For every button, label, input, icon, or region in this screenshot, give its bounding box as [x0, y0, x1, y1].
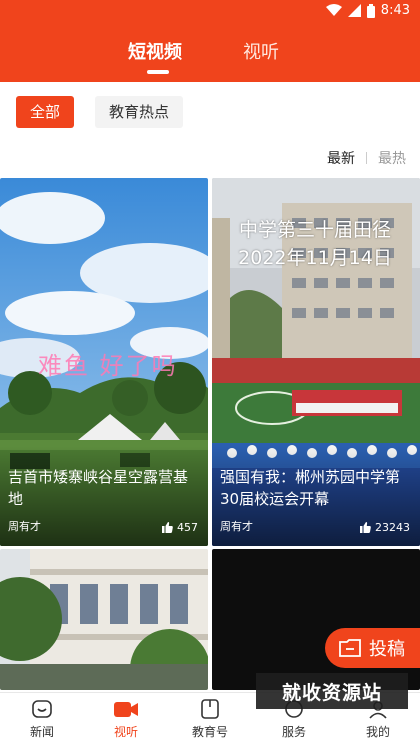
- watermark-banner: 就收资源站: [256, 673, 408, 709]
- tab-education[interactable]: 教育号: [168, 693, 252, 744]
- sort-toggle: 最新 最热: [327, 148, 406, 168]
- tab-video[interactable]: 视听: [84, 693, 168, 744]
- active-tab-indicator: [147, 70, 169, 74]
- sort-latest[interactable]: 最新: [327, 148, 355, 168]
- video-title: 强国有我：郴州苏园中学第30届校运会开幕: [220, 468, 401, 508]
- overlay-caption-line: 中学第三十届田径: [238, 219, 391, 241]
- video-thumbnail: [0, 549, 208, 690]
- like-count-value: 457: [177, 521, 198, 534]
- video-author: 周有才: [220, 520, 253, 533]
- tab-news-label: 新闻: [29, 725, 54, 739]
- video-author: 周有才: [8, 520, 41, 533]
- video-overlay-caption: 难鱼 好了吗: [38, 352, 178, 380]
- video-card[interactable]: 中学第三十届田径 2022年11月14日 强国有我：郴州苏园中学第30届校运会开…: [212, 178, 420, 546]
- chip-all[interactable]: 全部: [16, 96, 75, 128]
- folder-upload-icon: [339, 639, 361, 657]
- sort-hottest[interactable]: 最热: [378, 148, 406, 168]
- status-bar: 8:43: [0, 0, 420, 24]
- signal-icon: [347, 4, 361, 17]
- video-card[interactable]: 难鱼 好了吗 吉首市矮寨峡谷星空露营基地 周有才 457: [0, 178, 208, 546]
- like-count: 457: [162, 521, 198, 534]
- tab-video-label: 视听: [113, 725, 138, 739]
- like-count: 23243: [360, 521, 410, 534]
- video-card[interactable]: [0, 549, 208, 690]
- tab-news[interactable]: 新闻: [0, 693, 84, 744]
- contribute-button[interactable]: 投稿: [325, 628, 420, 668]
- chip-education-hot[interactable]: 教育热点: [95, 96, 184, 128]
- video-card[interactable]: [212, 549, 420, 690]
- video-title: 吉首市矮寨峡谷星空露营基地: [8, 468, 189, 508]
- video-overlay-caption: 中学第三十届田径 2022年11月14日: [216, 216, 414, 272]
- thumbs-up-icon: [360, 522, 371, 533]
- thumbs-up-icon: [162, 522, 173, 533]
- sort-divider: [366, 152, 367, 164]
- tab-audio-visual[interactable]: 视听: [243, 38, 279, 64]
- tab-education-label: 教育号: [191, 725, 228, 739]
- book-icon: [197, 697, 223, 721]
- like-count-value: 23243: [375, 521, 410, 534]
- status-time: 8:43: [380, 3, 410, 18]
- news-icon: [29, 697, 55, 721]
- tab-service-label: 服务: [281, 725, 306, 739]
- contribute-label: 投稿: [369, 639, 405, 660]
- wifi-icon: [325, 4, 342, 16]
- tab-profile-label: 我的: [365, 725, 390, 739]
- filter-chips: 全部 教育热点: [0, 96, 420, 128]
- top-tab-bar: 短视频 视听: [0, 24, 420, 82]
- tab-short-video[interactable]: 短视频: [128, 38, 182, 64]
- video-icon: [113, 697, 139, 721]
- overlay-caption-date: 2022年11月14日: [238, 247, 392, 269]
- battery-icon: [366, 3, 375, 18]
